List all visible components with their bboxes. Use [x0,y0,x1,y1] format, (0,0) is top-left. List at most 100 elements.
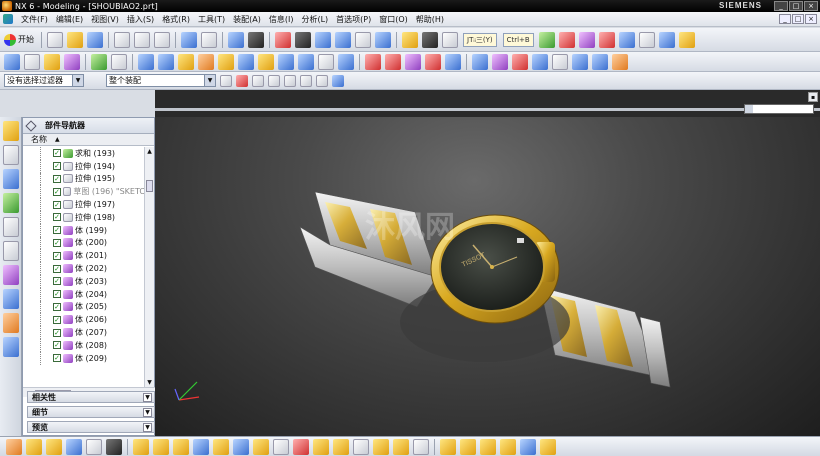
mini-scroll[interactable] [744,104,814,114]
curve-rule-icon[interactable] [300,74,312,87]
cylinder-icon[interactable] [198,53,214,70]
pin-icon[interactable] [25,119,37,132]
visualization-tab-icon[interactable] [3,265,19,285]
tree-row[interactable]: ✓ 拉伸 (198) [23,210,145,224]
mini-scroll-thumb[interactable] [745,105,753,113]
cut-icon[interactable] [114,31,130,48]
clip-icon[interactable] [480,438,496,455]
tangent-icon[interactable] [273,438,289,455]
add-component-icon[interactable] [91,53,107,70]
history-tab-icon[interactable] [3,217,19,237]
visibility-checkbox[interactable]: ✓ [53,162,61,171]
hole-icon[interactable] [258,53,274,70]
tree-row[interactable]: ✓ 体 (209) [23,351,145,365]
boss-icon[interactable] [278,53,294,70]
menu-view[interactable]: 视图(V) [87,14,123,25]
details-panel[interactable]: 细节 ▼ [27,406,155,418]
mate-icon[interactable] [133,438,149,455]
visibility-checkbox[interactable]: ✓ [53,277,61,286]
system-scenes-tab-icon[interactable] [3,337,19,357]
menu-window[interactable]: 窗口(O) [375,14,412,25]
fit-view-icon[interactable] [275,31,291,48]
visibility-checkbox[interactable]: ✓ [53,226,61,235]
link-icon[interactable] [268,74,280,87]
doc-close-button[interactable]: × [805,14,817,24]
snap-point-icon[interactable] [236,74,248,87]
center-icon[interactable] [233,438,249,455]
mirror-icon[interactable] [572,53,588,70]
visibility-checkbox[interactable]: ✓ [53,213,61,222]
new-file-icon[interactable] [47,31,63,48]
minimize-button[interactable]: _ [774,1,788,11]
visibility-checkbox[interactable]: ✓ [53,341,61,350]
visibility-checkbox[interactable]: ✓ [53,200,61,209]
menu-tools[interactable]: 工具(T) [194,14,229,25]
replace-component-icon[interactable] [86,438,102,455]
menu-edit[interactable]: 编辑(E) [52,14,87,25]
tree-row[interactable]: ✓ 体 (203) [23,274,145,288]
plane-icon[interactable] [578,31,595,48]
add-existing-icon[interactable] [26,438,42,455]
chain-icon[interactable] [284,74,296,87]
maximize-button[interactable]: □ [789,1,803,11]
line-icon[interactable] [365,53,381,70]
doc-minimize-button[interactable]: _ [779,14,791,24]
perspective-icon[interactable] [375,31,391,48]
open-folder-icon[interactable] [67,31,83,48]
trim-body-icon[interactable] [552,53,568,70]
start-button[interactable]: 开始 [4,33,34,46]
close-button[interactable]: × [804,1,818,11]
tree-row[interactable]: ✓ 体 (199) [23,223,145,237]
name-column-header[interactable]: 名称 ▲ [23,134,154,146]
revolve-icon[interactable] [158,53,174,70]
menu-information[interactable]: 信息(I) [265,14,298,25]
scroll-down-icon[interactable]: ▼ [145,378,154,387]
measure-icon[interactable] [638,31,655,48]
new-component-icon[interactable] [46,438,62,455]
visibility-checkbox[interactable]: ✓ [53,264,61,273]
save-icon[interactable] [87,31,103,48]
reference-set-icon[interactable] [353,438,369,455]
assembly-constraint-icon[interactable] [6,438,22,455]
block-icon[interactable] [178,53,194,70]
unite-icon[interactable] [338,53,354,70]
copy-icon[interactable] [134,31,150,48]
tree-row[interactable]: ✓ 拉伸 (194) [23,159,145,173]
tree-vertical-scrollbar[interactable]: ▲ ▼ [144,147,154,387]
select-rectangle-icon[interactable] [316,74,328,87]
graphics-viewport[interactable]: TISSOT 沐风网 [155,117,820,436]
doc-restore-button[interactable]: □ [792,14,804,24]
wave-link-icon[interactable] [373,438,389,455]
tree-row[interactable]: ✓ 体 (202) [23,262,145,275]
system-materials-tab-icon[interactable] [3,241,19,261]
distance-icon[interactable] [253,438,269,455]
zoom-window-icon[interactable] [295,31,311,48]
offset-curve-icon[interactable] [425,53,441,70]
component-icon[interactable] [64,53,80,70]
undo-icon[interactable] [181,31,197,48]
visibility-checkbox[interactable]: ✓ [53,290,61,299]
tree-row[interactable]: ✓ 拉伸 (197) [23,198,145,211]
perpendicular-icon[interactable] [213,438,229,455]
menu-assemblies[interactable]: 装配(A) [229,14,265,25]
shaded-icon[interactable] [402,31,418,48]
angle-icon[interactable] [173,438,189,455]
book-icon[interactable] [24,53,40,70]
spline-icon[interactable] [405,53,421,70]
constraint-icon[interactable] [44,53,60,70]
view-section-icon[interactable] [460,438,476,455]
shell-icon[interactable] [512,53,528,70]
cone-icon[interactable] [218,53,234,70]
ruler-icon[interactable] [678,31,695,48]
drawing-icon[interactable] [440,438,456,455]
visibility-checkbox[interactable]: ✓ [53,149,61,158]
move-component-icon[interactable] [106,438,122,455]
tree-row[interactable]: ✓ 体 (205) [23,300,145,314]
scroll-up-icon[interactable]: ▲ [145,147,154,156]
sphere-icon[interactable] [238,53,254,70]
menu-help[interactable]: 帮助(H) [412,14,448,25]
tree-row[interactable]: ✓ 体 (204) [23,287,145,301]
visibility-checkbox[interactable]: ✓ [53,174,61,183]
project-curve-icon[interactable] [445,53,461,70]
pad-icon[interactable] [318,53,334,70]
